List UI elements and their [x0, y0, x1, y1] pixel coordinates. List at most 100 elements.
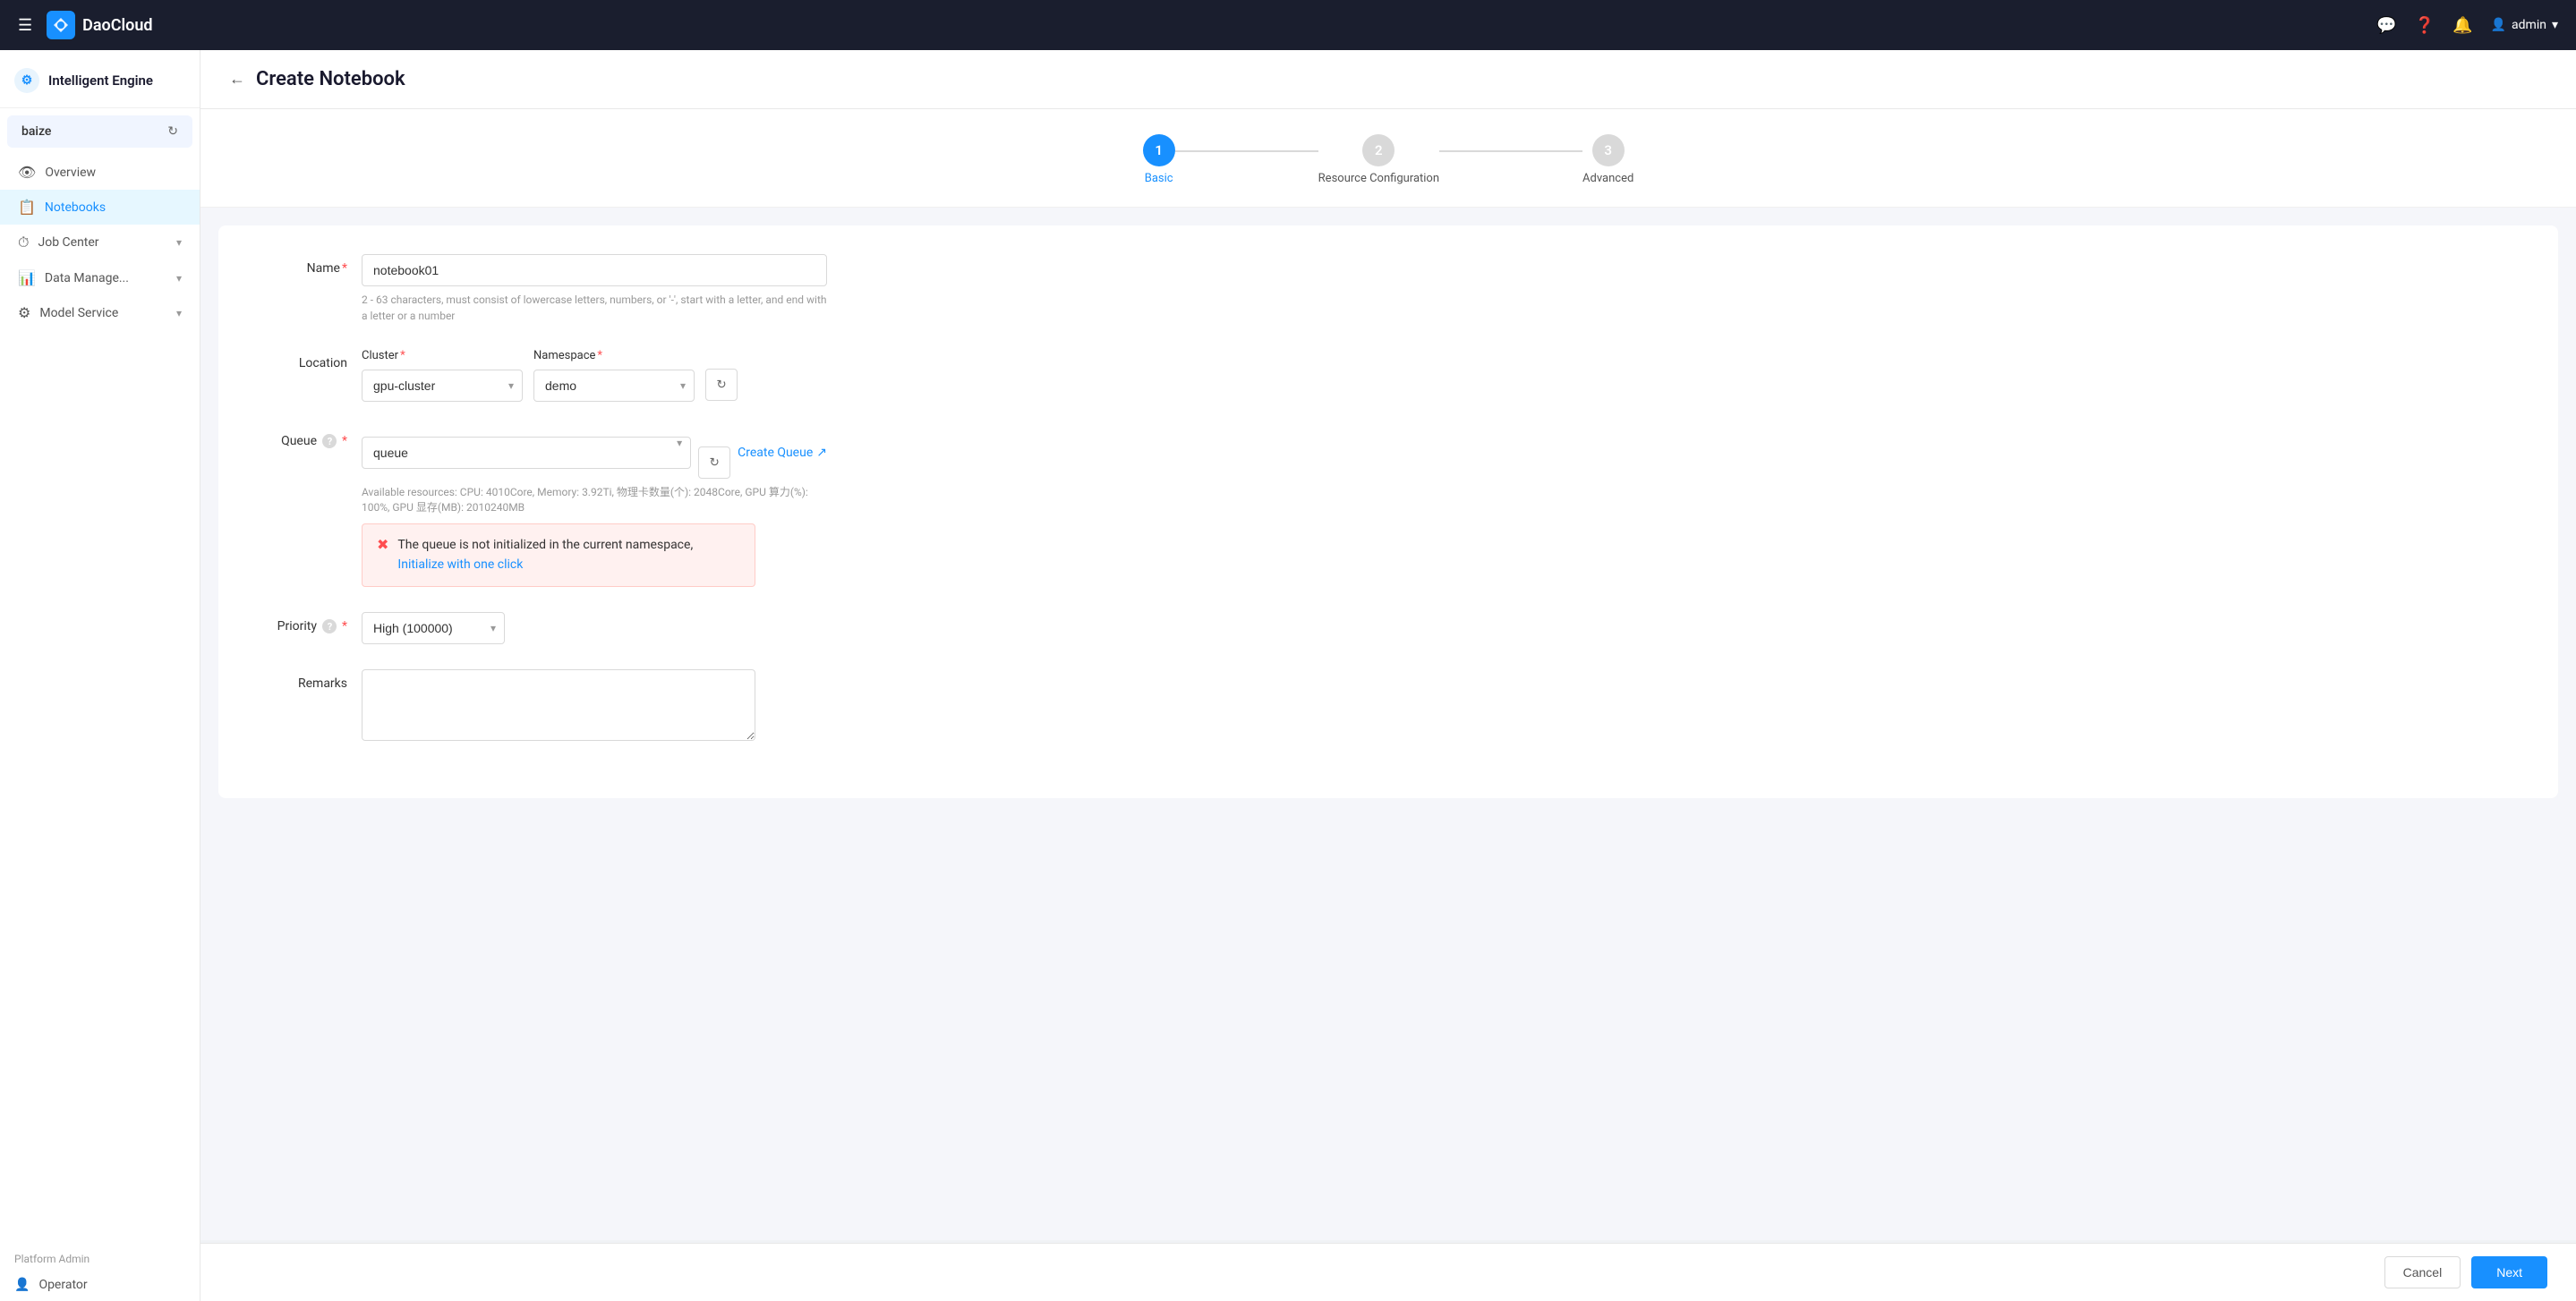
remarks-textarea[interactable]	[362, 669, 755, 741]
priority-field: High (100000) Medium (50000) Low (10000)…	[362, 612, 827, 644]
help-icon[interactable]: ❓	[2415, 16, 2435, 35]
page-footer: Cancel Next	[200, 1243, 2576, 1301]
sidebar-item-label: Job Center	[38, 235, 98, 250]
namespace-select-wrapper: demo ▾	[533, 370, 695, 402]
workspace-refresh-icon[interactable]: ↻	[167, 124, 178, 139]
form-container: Name* 2 - 63 characters, must consist of…	[218, 225, 2558, 798]
queue-error-box: ✖ The queue is not initialized in the cu…	[362, 523, 755, 587]
step-1-label: Basic	[1145, 172, 1173, 185]
external-link-icon: ↗	[816, 446, 827, 460]
sidebar-item-notebooks[interactable]: 📋 Notebooks	[0, 190, 200, 225]
create-queue-link[interactable]: Create Queue ↗	[738, 446, 827, 460]
expand-icon: ▾	[176, 272, 182, 285]
model-service-icon: ⚙	[18, 304, 30, 321]
stepper: 1 Basic 2 Resource Configuration 3 Advan…	[200, 109, 2576, 208]
location-row: Location Cluster* gpu-cluster	[254, 349, 2522, 402]
step-3-label: Advanced	[1582, 172, 1633, 185]
topnav-right: 💬 ❓ 🔔 👤 admin ▾	[2376, 16, 2558, 35]
remarks-field	[362, 669, 827, 744]
operator-label: Operator	[38, 1278, 87, 1292]
user-dropdown-icon: ▾	[2552, 18, 2558, 32]
step-3-circle: 3	[1592, 134, 1625, 166]
logo-text: DaoCloud	[82, 16, 152, 35]
overview-icon: 👁	[18, 164, 36, 181]
cluster-select-wrapper: gpu-cluster ▾	[362, 370, 523, 402]
sidebar-item-job-center[interactable]: ⏱ Job Center ▾	[0, 225, 200, 260]
queue-required: *	[342, 434, 347, 448]
location-refresh-button[interactable]: ↻	[705, 369, 738, 401]
queue-help-icon[interactable]: ?	[322, 434, 337, 448]
namespace-group: Namespace* demo ▾	[533, 349, 695, 402]
sidebar-item-label: Model Service	[39, 306, 118, 320]
main-content: ← Create Notebook 1 Basic 2 Resource Con…	[200, 50, 2576, 1301]
remarks-label: Remarks	[254, 669, 362, 691]
workspace-selector[interactable]: baize ↻	[7, 115, 192, 148]
queue-label: Queue ? *	[254, 427, 362, 448]
operator-icon: 👤	[14, 1278, 30, 1292]
step-1-circle: 1	[1143, 134, 1175, 166]
user-avatar-icon: 👤	[2491, 18, 2506, 32]
namespace-label: Namespace*	[533, 349, 695, 362]
queue-select[interactable]: queue	[362, 437, 691, 469]
top-navbar: ☰ DaoCloud 💬 ❓ 🔔 👤 admin ▾	[0, 0, 2576, 50]
job-center-icon: ⏱	[18, 234, 29, 251]
engine-label: Intelligent Engine	[48, 72, 153, 89]
sidebar-item-model-service[interactable]: ⚙ Model Service ▾	[0, 295, 200, 330]
priority-required: *	[342, 619, 347, 633]
notification-icon[interactable]: 🔔	[2452, 16, 2472, 35]
sidebar: ⚙ Intelligent Engine baize ↻ 👁 Overview …	[0, 50, 200, 1301]
layout: ⚙ Intelligent Engine baize ↻ 👁 Overview …	[0, 50, 2576, 1301]
step-3: 3 Advanced	[1582, 134, 1633, 185]
priority-select-wrapper: High (100000) Medium (50000) Low (10000)…	[362, 612, 505, 644]
page-header: ← Create Notebook	[200, 50, 2576, 109]
sidebar-item-data-manage[interactable]: 📊 Data Manage... ▾	[0, 260, 200, 295]
priority-select[interactable]: High (100000) Medium (50000) Low (10000)	[362, 612, 505, 644]
engine-icon: ⚙	[14, 68, 39, 93]
step-2-label: Resource Configuration	[1318, 172, 1439, 185]
priority-row: Priority ? * High (100000) Medium (50000…	[254, 612, 2522, 644]
menu-icon[interactable]: ☰	[18, 16, 32, 35]
error-message: The queue is not initialized in the curr…	[397, 538, 693, 552]
name-row: Name* 2 - 63 characters, must consist of…	[254, 254, 2522, 324]
name-label: Name*	[254, 254, 362, 276]
remarks-row: Remarks	[254, 669, 2522, 744]
cluster-label: Cluster*	[362, 349, 523, 362]
workspace-label: baize	[21, 124, 51, 139]
name-field: 2 - 63 characters, must consist of lower…	[362, 254, 827, 324]
queue-select-wrapper: queue ▾	[362, 437, 691, 469]
queue-refresh-button[interactable]: ↻	[698, 446, 730, 479]
create-queue-label: Create Queue	[738, 446, 813, 460]
logo: DaoCloud	[47, 11, 152, 39]
data-manage-icon: 📊	[18, 269, 36, 286]
initialize-link[interactable]: Initialize with one click	[397, 557, 523, 572]
sidebar-item-operator[interactable]: 👤 Operator	[0, 1269, 200, 1301]
next-button[interactable]: Next	[2471, 1256, 2547, 1288]
expand-icon: ▾	[176, 236, 182, 249]
step-line-1	[1175, 150, 1318, 152]
resources-hint: Available resources: CPU: 4010Core, Memo…	[362, 484, 827, 514]
stepper-inner: 1 Basic 2 Resource Configuration 3 Advan…	[1143, 134, 1634, 185]
expand-icon: ▾	[176, 307, 182, 319]
priority-label: Priority ? *	[254, 612, 362, 633]
sidebar-engine: ⚙ Intelligent Engine	[0, 50, 200, 108]
back-button[interactable]: ←	[229, 70, 245, 89]
cluster-select[interactable]: gpu-cluster	[362, 370, 523, 402]
platform-label: Platform Admin	[0, 1246, 200, 1269]
queue-field: queue ▾ ↻ Create Queue ↗ Available resou…	[362, 427, 827, 587]
name-input[interactable]	[362, 254, 827, 286]
message-icon[interactable]: 💬	[2376, 16, 2396, 35]
user-menu[interactable]: 👤 admin ▾	[2491, 18, 2558, 32]
step-2-circle: 2	[1362, 134, 1395, 166]
cluster-group: Cluster* gpu-cluster ▾	[362, 349, 523, 402]
sidebar-item-label: Notebooks	[45, 200, 106, 215]
content-area: 1 Basic 2 Resource Configuration 3 Advan…	[200, 109, 2576, 1240]
sidebar-item-label: Overview	[45, 166, 96, 180]
name-required: *	[342, 261, 347, 276]
priority-help-icon[interactable]: ?	[322, 619, 337, 633]
cancel-button[interactable]: Cancel	[2384, 1256, 2461, 1288]
step-2: 2 Resource Configuration	[1318, 134, 1439, 185]
namespace-select[interactable]: demo	[533, 370, 695, 402]
location-label: Location	[254, 349, 362, 370]
error-icon: ✖	[377, 536, 388, 553]
sidebar-item-overview[interactable]: 👁 Overview	[0, 155, 200, 190]
